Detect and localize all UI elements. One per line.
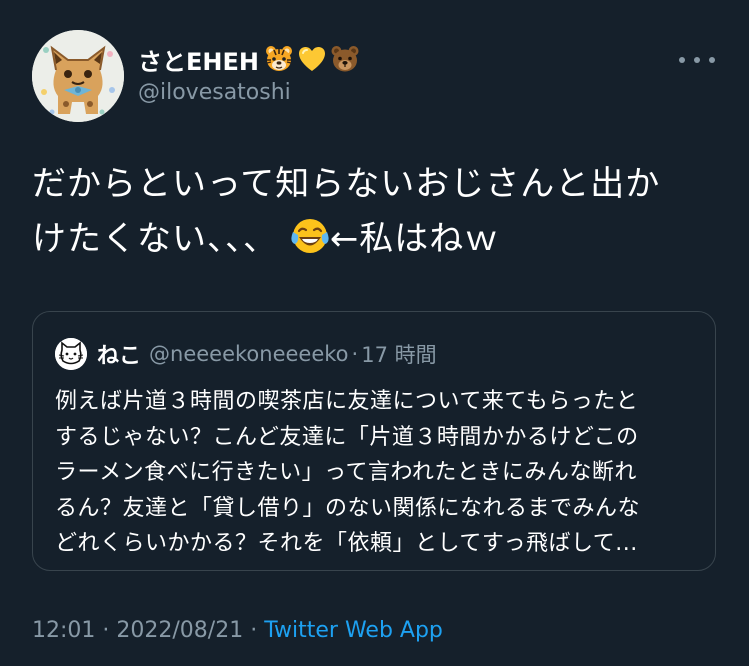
tweet-metadata: 12:01 · 2022/08/21 · Twitter Web App <box>32 618 443 643</box>
tweet-date[interactable]: 2022/08/21 <box>116 618 243 643</box>
author-name-row: さとEHEH <box>138 40 360 78</box>
quoted-tweet-text: 例えば片道３時間の喫茶店に友達について来てもらったと するじゃない？こんど友達に… <box>55 384 695 562</box>
tweet-text-line: けたくない、、、 ←私はねｗ <box>32 212 722 273</box>
quoted-text-line: するじゃない？こんど友達に「片道３時間かかるけどこの <box>55 424 639 450</box>
quoted-text-line: どれくらいかかる？それを「依頼」としてすっ飛ばして... <box>55 531 638 556</box>
tiger-face-emoji <box>265 46 292 71</box>
bear-face-emoji <box>331 46 359 72</box>
quoted-text-line: ラーメン食べに行きたい」って言われたときにみんな断れ <box>55 460 637 485</box>
author-display-name[interactable]: さとEHEH <box>138 42 259 77</box>
tweet-text-line: だからといって知らないおじさんと出か <box>32 164 661 204</box>
metadata-separator: · <box>102 618 110 643</box>
quoted-display-name[interactable]: ねこ <box>97 338 141 370</box>
quoted-separator: · <box>351 342 359 366</box>
tweet-time[interactable]: 12:01 <box>32 618 95 643</box>
metadata-separator: · <box>250 618 258 643</box>
more-dot-icon <box>694 57 700 63</box>
more-dot-icon <box>679 57 685 63</box>
quoted-timestamp[interactable]: 17 時間 <box>361 339 436 369</box>
more-dot-icon <box>709 57 715 63</box>
tweet-text-segment: ←私はねｗ <box>329 219 500 259</box>
quoted-tweet-header: ねこ @neeeekoneeeeko · 17 時間 <box>55 338 437 370</box>
quoted-text-line: 例えば片道３時間の喫茶店に友達について来てもらったと <box>55 389 639 414</box>
more-options-button[interactable] <box>679 50 715 70</box>
cat-cookie-avatar-image <box>32 30 124 122</box>
quoted-handle[interactable]: @neeeekoneeeeko <box>149 342 349 366</box>
cat-line-avatar-image <box>55 338 87 370</box>
yellow-heart-emoji <box>298 47 325 71</box>
quoted-author-avatar[interactable] <box>55 338 87 370</box>
author-handle[interactable]: @ilovesatoshi <box>138 80 291 105</box>
face-with-tears-of-joy-emoji <box>290 216 330 273</box>
quoted-tweet-card[interactable]: ねこ @neeeekoneeeeko · 17 時間 例えば片道３時間の喫茶店に… <box>32 311 716 571</box>
tweet: さとEHEH @ilovesatoshi だからといって知らないおじさんと出か … <box>0 0 749 666</box>
tweet-source-link[interactable]: Twitter Web App <box>264 618 443 643</box>
tweet-text: だからといって知らないおじさんと出か けたくない、、、 ←私はねｗ <box>32 157 722 273</box>
quoted-text-line: るん？友達と「貸し借り」のない関係になれるまでみんな <box>55 495 641 521</box>
author-avatar[interactable] <box>32 30 124 122</box>
tweet-text-segment: けたくない、、、 <box>32 219 278 259</box>
name-emojis <box>261 44 360 74</box>
